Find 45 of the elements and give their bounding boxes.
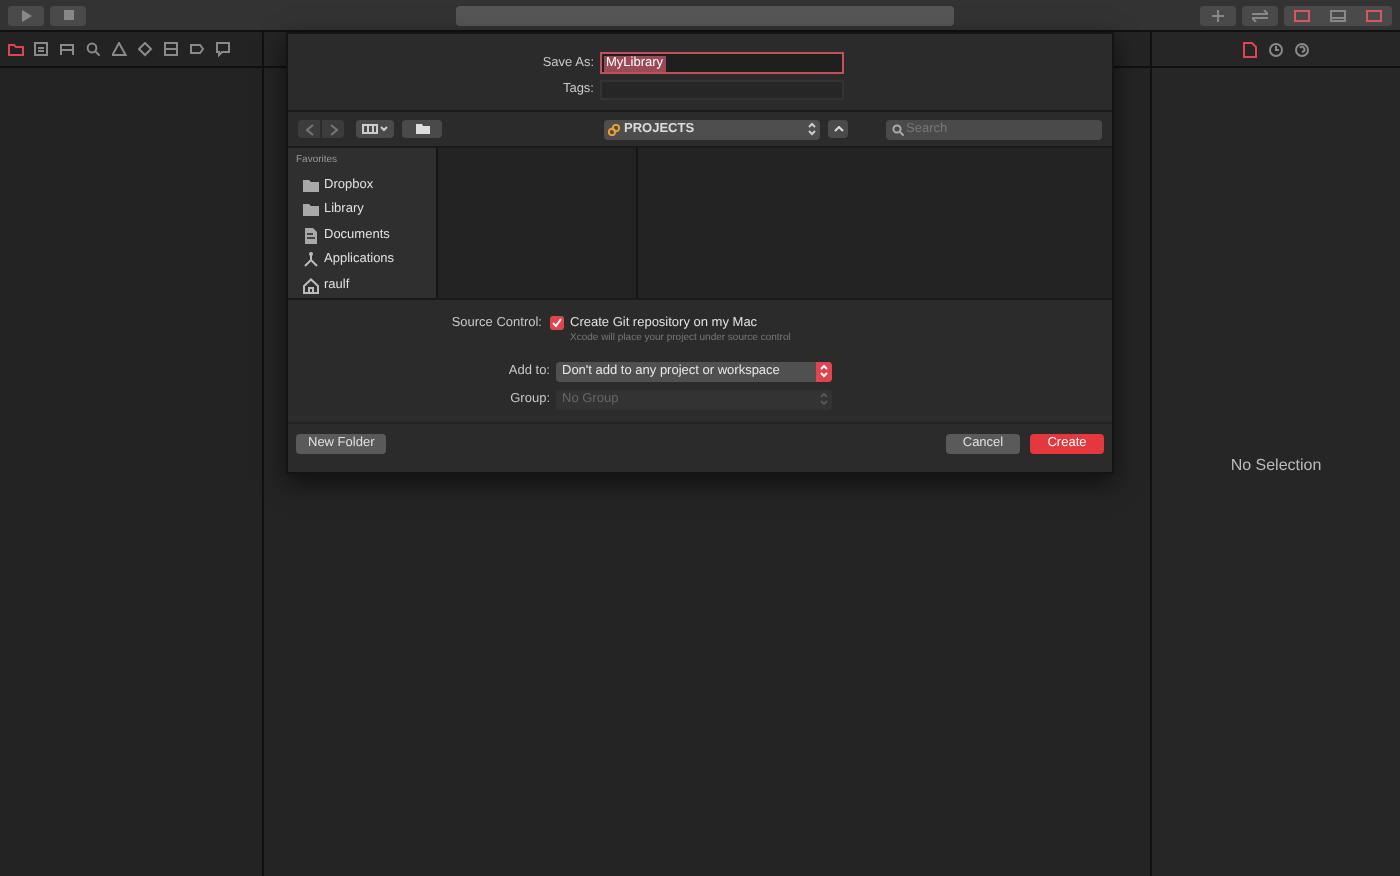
inspector-tab[interactable] [1242,41,1258,57]
chevron-left-icon [305,123,313,135]
back-button[interactable] [298,120,320,138]
navigator-tab[interactable] [86,41,102,57]
home-icon [302,277,320,294]
folder-icon [415,124,429,134]
columns-icon [362,124,388,134]
stepper-icon [820,392,828,406]
apps-icon [302,252,320,269]
up-button[interactable] [828,120,848,138]
search-icon [892,123,904,135]
inspector-tab[interactable] [1268,41,1284,57]
panel-icon [1366,9,1382,21]
view-options-button[interactable] [356,120,394,138]
navigator-tab[interactable] [138,41,154,57]
chevron-right-icon [329,123,337,135]
navigator-tab[interactable] [190,41,206,57]
inspector-tab[interactable] [1294,41,1310,57]
navigator-tab[interactable] [60,41,76,57]
panel-icon [1330,9,1346,21]
new-folder-button[interactable] [402,120,442,138]
navigator-tab[interactable] [164,41,180,57]
play-icon [20,9,32,21]
navigator-tab[interactable] [34,41,50,57]
forward-button[interactable] [322,120,344,138]
run-button[interactable] [8,5,44,25]
navigator-tab[interactable] [112,41,128,57]
add-button[interactable] [1200,5,1236,25]
stop-icon [63,10,73,20]
swap-button[interactable] [1242,5,1278,25]
navigator-tab[interactable] [8,41,24,57]
empty-inspector-text: No Selection [1230,454,1322,478]
stop-button[interactable] [50,5,86,25]
swap-arrows-icon [1252,9,1268,21]
chevron-up-icon [833,126,843,132]
panel-icon [1294,9,1310,21]
panel-toggle-button[interactable] [1284,5,1320,25]
stepper-icon [820,364,828,378]
stepper-icon [808,122,816,136]
navigator-tab[interactable] [216,41,232,57]
plus-icon [1212,9,1224,21]
link-icon [608,123,620,135]
panel-toggle-button[interactable] [1356,5,1392,25]
document-icon [302,227,320,244]
git-checkbox[interactable] [550,316,564,330]
